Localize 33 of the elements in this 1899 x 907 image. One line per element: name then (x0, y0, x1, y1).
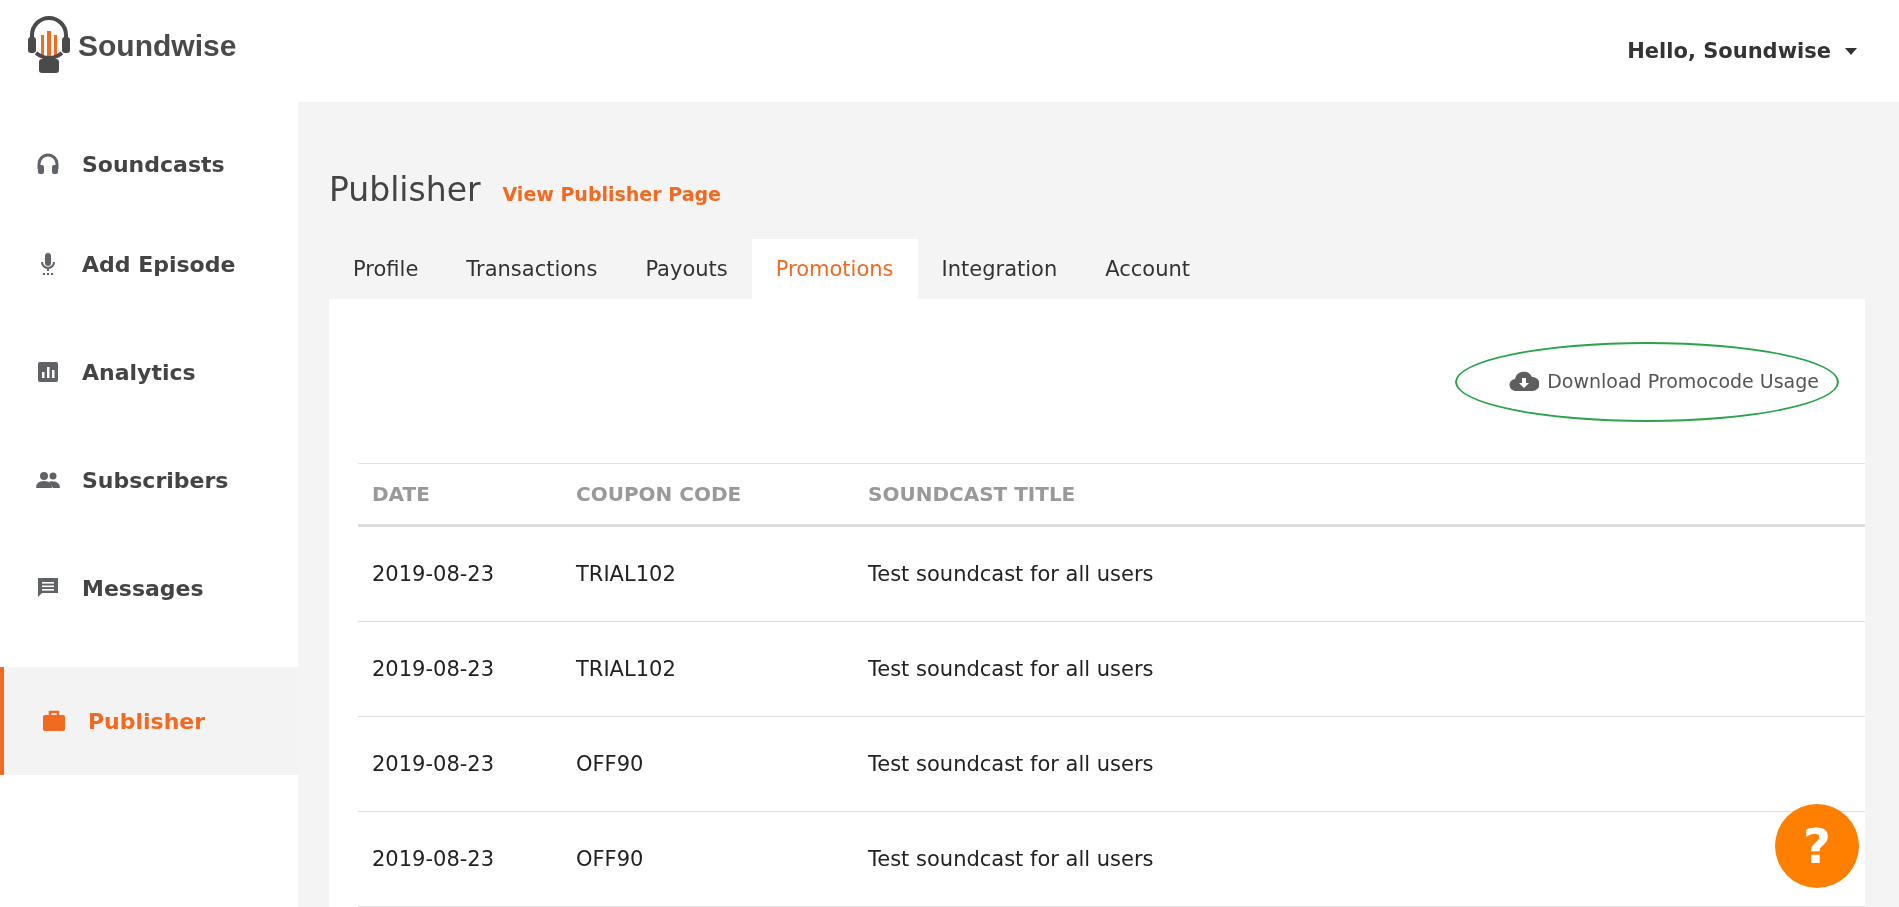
table-cell: OFF90 (562, 716, 854, 812)
sidebar-item[interactable]: Soundcasts (0, 152, 298, 210)
chat-icon (36, 576, 60, 600)
sidebar-item[interactable]: Messages (0, 534, 298, 642)
tab[interactable]: Transactions (442, 239, 622, 299)
table-cell: 2019-08-23 (358, 525, 562, 622)
cloud-download-icon (1509, 370, 1540, 392)
table-cell: 2019-08-23 (358, 811, 562, 907)
sidebar-item[interactable]: Add Episode (0, 210, 298, 318)
user-menu[interactable]: Hello, Soundwise (1627, 39, 1857, 63)
table-cell: 2019-08-23 (358, 716, 562, 812)
page-title: Publisher (329, 170, 481, 209)
table-cell: TRIAL102 (562, 621, 854, 717)
sidebar-item[interactable]: Subscribers (0, 426, 298, 534)
column-header: DATE (358, 463, 562, 526)
tab[interactable]: Payouts (621, 239, 752, 299)
table-cell: Test soundcast for all users (854, 621, 1865, 717)
download-button[interactable]: Download Promocode Usage (1503, 366, 1825, 396)
table-cell: Test soundcast for all users (854, 525, 1865, 622)
column-header: SOUNDCAST TITLE (854, 463, 1865, 526)
table-cell: OFF90 (562, 811, 854, 907)
sidebar-item[interactable]: Analytics (0, 318, 298, 426)
tab[interactable]: Integration (917, 239, 1082, 299)
table-cell: TRIAL102 (562, 525, 854, 622)
table-cell: 2019-08-23 (358, 621, 562, 717)
caret-icon (1845, 47, 1857, 55)
tab[interactable]: Profile (329, 239, 443, 299)
bar-chart-icon (36, 360, 60, 384)
brand-name: Soundwise (78, 29, 237, 63)
briefcase-icon (42, 709, 66, 733)
tab[interactable]: Account (1081, 239, 1215, 299)
column-header: COUPON CODE (562, 463, 854, 526)
headphones-icon (36, 152, 60, 176)
